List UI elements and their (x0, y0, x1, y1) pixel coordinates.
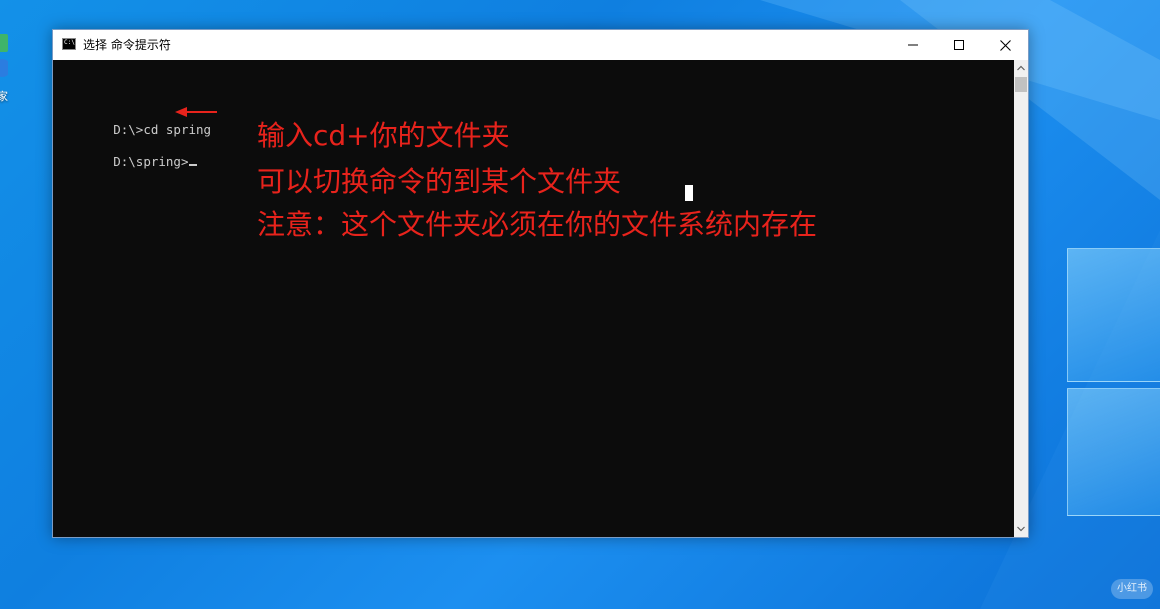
close-button[interactable] (982, 30, 1028, 60)
scroll-thumb[interactable] (1015, 77, 1027, 92)
scroll-down-button[interactable] (1014, 521, 1028, 537)
watermark-badge: 小红书 (1111, 579, 1153, 599)
command-prompt-window[interactable]: C:\ 选择 命令提示符 D:\>cd spring D:\spring> 输入… (52, 29, 1029, 538)
minimize-button[interactable] (890, 30, 936, 60)
windows-logo-pane-bottom (1067, 388, 1160, 516)
app-shortcut-icon (0, 34, 8, 77)
maximize-icon (954, 40, 964, 50)
window-titlebar[interactable]: C:\ 选择 命令提示符 (53, 30, 1028, 60)
console-caret (189, 164, 198, 166)
console-line-2-text: D:\spring> (113, 154, 189, 169)
chevron-up-icon (1017, 65, 1025, 71)
windows-logo-pane-top (1067, 248, 1160, 382)
maximize-button[interactable] (936, 30, 982, 60)
desktop-shortcut[interactable]: 管家 (0, 28, 26, 108)
annotation-line-2: 可以切换命令的到某个文件夹 (257, 165, 622, 198)
annotation-line-1: 输入cd+你的文件夹 (257, 119, 510, 152)
console-line-prompt: D:\spring> (53, 138, 198, 186)
annotation-line-3: 注意：这个文件夹必须在你的文件系统内存在 (257, 208, 818, 241)
text-cursor-block (685, 185, 693, 201)
console-output-area[interactable]: D:\>cd spring D:\spring> 输入cd+你的文件夹 可以切换… (53, 60, 1014, 537)
close-icon (999, 39, 1011, 51)
cmd-icon: C:\ (62, 38, 76, 50)
scroll-up-button[interactable] (1014, 60, 1028, 76)
desktop-background: 管家 C:\ 选择 命令提示符 (0, 0, 1160, 609)
desktop-shortcut-label: 管家 (0, 90, 8, 103)
chevron-down-icon (1017, 526, 1025, 532)
console-line-1-text: D:\>cd spring (113, 122, 212, 137)
arrow-left-icon (175, 107, 217, 117)
vertical-scrollbar[interactable] (1014, 60, 1028, 537)
minimize-icon (908, 44, 918, 46)
cmd-icon-text: C:\ (64, 39, 75, 46)
window-title: 选择 命令提示符 (83, 38, 171, 52)
